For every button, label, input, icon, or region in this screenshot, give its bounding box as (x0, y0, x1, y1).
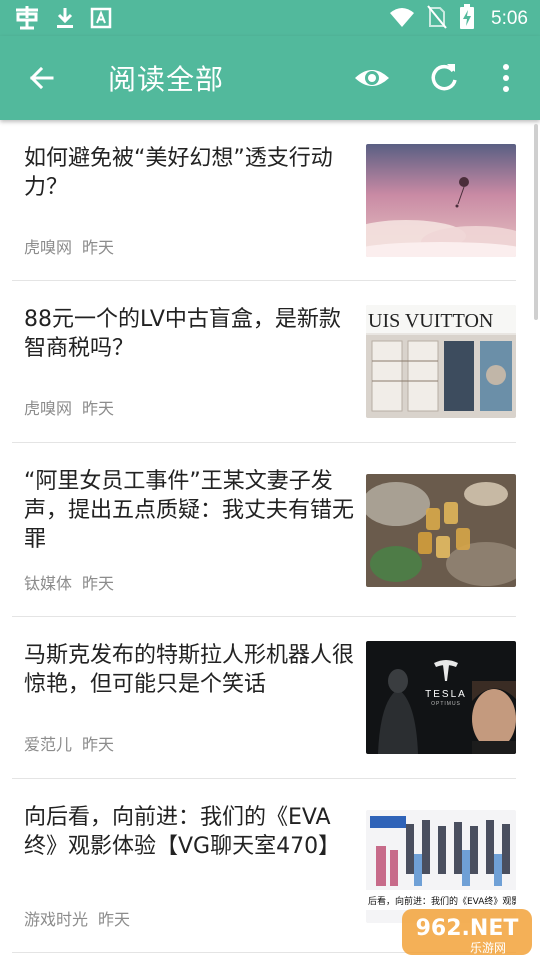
article-title: “阿里女员工事件”王某文妻子发声，提出五点质疑：我丈夫有错无罪 (24, 469, 355, 552)
article-time: 昨天 (82, 238, 115, 257)
article-source: 钛媒体 (24, 574, 73, 593)
article-title: 如何避免被“美好幻想”透支行动力？ (24, 146, 333, 200)
article-meta: 钛媒体 昨天 (24, 570, 114, 594)
article-thumbnail (366, 144, 516, 257)
more-options-button[interactable] (494, 60, 518, 96)
tesla-text: TESLA (425, 689, 467, 700)
article-title: 88元一个的LV中古盲盒，是新款智商税吗？ (24, 307, 341, 361)
article-time: 昨天 (82, 574, 115, 593)
app-store-icon (90, 7, 112, 33)
list-item[interactable]: 马斯克发布的特斯拉人形机器人很惊艳，但可能只是个笑话 爱范儿 昨天 TESLA O… (12, 617, 516, 779)
article-meta: 爱范儿 昨天 (24, 731, 114, 755)
article-source: 虎嗅网 (24, 399, 73, 418)
article-source: 爱范儿 (24, 735, 73, 754)
app-bar: 阅读全部 (0, 36, 540, 120)
list-item[interactable]: “阿里女员工事件”王某文妻子发声，提出五点质疑：我丈夫有错无罪 钛媒体 昨天 (12, 443, 516, 617)
article-source: 虎嗅网 (24, 238, 73, 257)
article-thumbnail: TESLA OPTIMUS (366, 641, 516, 754)
app-logo-icon (14, 6, 40, 34)
status-time: 5:06 (491, 8, 528, 29)
view-mode-button[interactable] (352, 60, 392, 96)
back-arrow-icon (29, 66, 54, 90)
article-meta: 游戏时光 昨天 (24, 906, 130, 930)
list-item[interactable]: 88元一个的LV中古盲盒，是新款智商税吗？ 虎嗅网 昨天 UIS VUITTON (12, 281, 516, 443)
article-list: 如何避免被“美好幻想”透支行动力？ 虎嗅网 昨天 88元一个的LV中古盲盒，是新… (0, 120, 540, 953)
refresh-button[interactable] (426, 60, 462, 96)
eye-icon (355, 70, 389, 86)
status-bar: 5:06 (0, 0, 540, 36)
article-meta: 虎嗅网 昨天 (24, 234, 114, 258)
article-meta: 虎嗅网 昨天 (24, 395, 114, 419)
watermark-sub: 乐游网 (470, 941, 506, 955)
list-item[interactable]: 如何避免被“美好幻想”透支行动力？ 虎嗅网 昨天 (12, 120, 516, 281)
scrollbar[interactable] (534, 124, 538, 320)
article-title: 向后看，向前进：我们的《EVA 终》观影体验【VG聊天室470】 (24, 805, 341, 859)
back-button[interactable] (24, 60, 60, 96)
wifi-icon (389, 6, 415, 32)
battery-charging-icon (459, 4, 475, 34)
optimus-text: OPTIMUS (431, 701, 461, 707)
article-time: 昨天 (82, 399, 115, 418)
page-title: 阅读全部 (108, 63, 225, 96)
article-thumbnail (366, 474, 516, 587)
article-time: 昨天 (82, 735, 115, 754)
refresh-icon (431, 64, 457, 91)
article-thumbnail: UIS VUITTON (366, 305, 516, 418)
article-source: 游戏时光 (24, 910, 89, 929)
watermark-brand: 962.NET (416, 916, 519, 941)
store-sign-text: UIS VUITTON (368, 310, 493, 332)
article-title: 马斯克发布的特斯拉人形机器人很惊艳，但可能只是个笑话 (24, 643, 355, 697)
article-time: 昨天 (98, 910, 131, 929)
no-sim-icon (427, 5, 447, 33)
download-icon (54, 6, 76, 34)
watermark-logo: 962.NET 乐游网 (400, 905, 534, 957)
more-vert-icon (503, 64, 509, 92)
